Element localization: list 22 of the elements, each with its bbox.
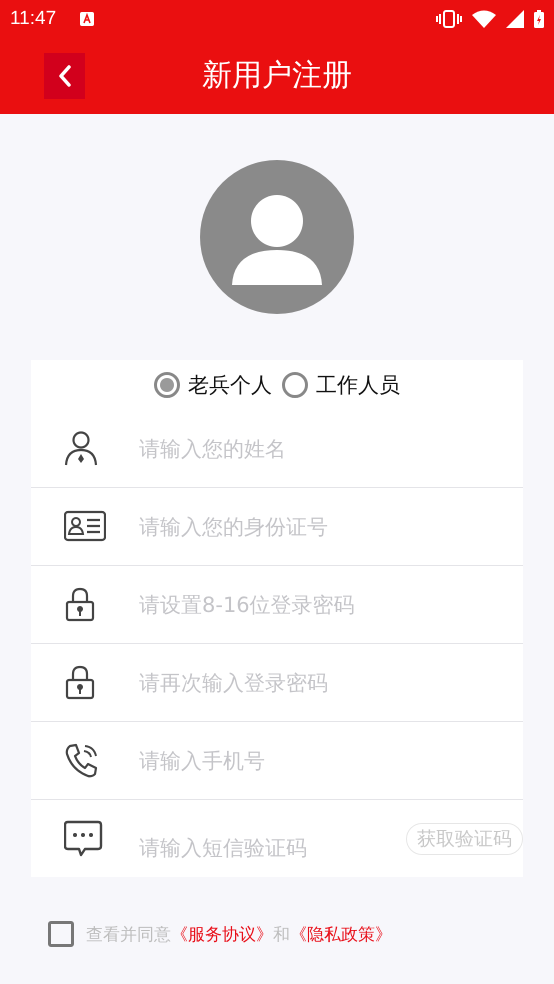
agreement-text: 查看并同意: [86, 924, 171, 946]
radio-option[interactable]: 老兵个人: [154, 371, 272, 399]
input-field[interactable]: 请设置8-16位登录密码: [139, 592, 523, 616]
agreement-checkbox[interactable]: [48, 921, 74, 947]
page-title: 新用户注册: [202, 57, 352, 95]
chevron-left-icon: [58, 64, 72, 86]
status-time: 11:47: [10, 8, 56, 30]
input-field[interactable]: 请输入您的身份证号: [139, 514, 523, 538]
back-button[interactable]: [44, 52, 85, 98]
vibrate-icon: [436, 10, 462, 28]
service-agreement-link[interactable]: 《服务协议》: [171, 922, 273, 946]
radio-option[interactable]: 工作人员: [282, 371, 400, 399]
wifi-icon: [472, 10, 496, 28]
agreement-text: 和: [273, 924, 290, 946]
input-field[interactable]: 请再次输入登录密码: [139, 670, 523, 694]
privacy-policy-link[interactable]: 《隐私政策》: [290, 922, 392, 946]
battery-icon: [534, 10, 544, 28]
app-notification-icon: [80, 12, 94, 26]
signal-icon: [506, 10, 524, 28]
input-field[interactable]: 请输入短信验证码: [139, 836, 406, 860]
input-field[interactable]: 请输入手机号: [139, 748, 523, 772]
input-field[interactable]: 请输入您的姓名: [139, 436, 523, 460]
